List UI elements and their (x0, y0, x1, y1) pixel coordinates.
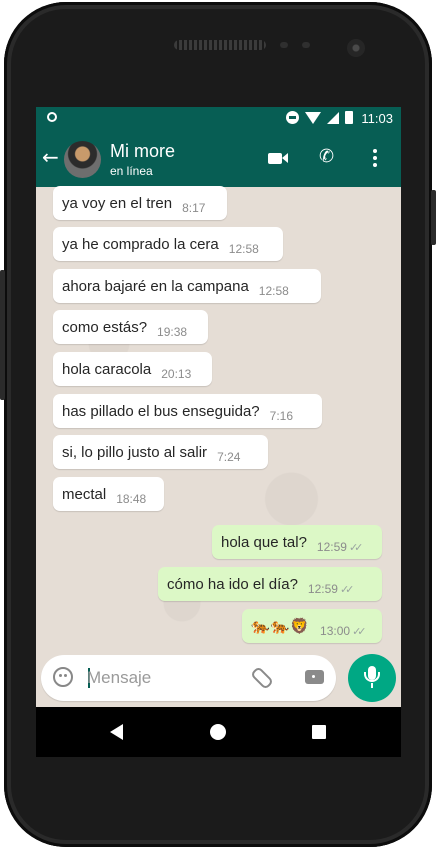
phone-icon[interactable]: ✆ (319, 146, 334, 167)
message-text: mectal (62, 486, 107, 503)
status-time: 11:03 (361, 111, 393, 126)
paperclip-icon[interactable] (249, 665, 275, 691)
camera-icon[interactable] (305, 670, 324, 684)
message-text: ahora bajaré en la campana (62, 278, 249, 295)
status-icons (286, 111, 353, 124)
message-bubble[interactable]: cómo ha ido el día? 12:59 ✓✓ (158, 567, 382, 601)
message-text: si, lo pillo justo al salir (62, 444, 208, 461)
message-bubble[interactable]: hola caracola 20:13 (53, 352, 212, 386)
volume-button (0, 270, 5, 400)
message-bubble[interactable]: ya voy en el tren 8:17 (53, 186, 227, 220)
double-check-icon: ✓✓ (352, 625, 367, 638)
message-text: 🐅🐅🦁 (251, 618, 311, 635)
notification-icon (47, 112, 57, 122)
contact-status: en línea (110, 164, 153, 178)
nav-back-icon[interactable] (110, 724, 123, 740)
light-sensor (302, 42, 310, 48)
message-time: 18:48 (116, 492, 147, 506)
message-bubble[interactable]: hola que tal? 12:59 ✓✓ (212, 525, 382, 559)
avatar[interactable] (64, 141, 101, 178)
power-button (431, 190, 436, 245)
mic-icon (364, 666, 380, 682)
nav-recents-icon[interactable] (312, 725, 326, 739)
do-not-disturb-icon (286, 111, 299, 124)
message-input[interactable] (87, 665, 237, 691)
message-text: hola caracola (62, 361, 152, 378)
message-text: ya voy en el tren (62, 195, 173, 212)
message-bubble[interactable]: ya he comprado la cera 12:58 (53, 227, 283, 261)
message-bubble[interactable]: ahora bajaré en la campana 12:58 (53, 269, 321, 303)
message-text: hola que tal? (221, 534, 307, 551)
message-time: 12:59 (307, 582, 338, 596)
nav-home-icon[interactable] (210, 724, 226, 740)
message-bubble[interactable]: como estás? 19:38 (53, 310, 208, 344)
message-time: 12:59 (316, 540, 347, 554)
message-bubble[interactable]: 🐅🐅🦁 13:00 ✓✓ (242, 609, 382, 643)
battery-icon (345, 111, 353, 124)
mic-stand (371, 683, 373, 688)
arrow-left-icon[interactable]: ← (42, 147, 59, 167)
message-time: 12:58 (258, 284, 289, 298)
signal-icon (327, 111, 339, 124)
message-bubble[interactable]: mectal 18:48 (53, 477, 164, 511)
wifi-icon (305, 111, 321, 124)
message-time: 20:13 (161, 367, 192, 381)
message-text: has pillado el bus enseguida? (62, 403, 260, 420)
message-text: como estás? (62, 319, 148, 336)
message-time: 13:00 (320, 624, 351, 638)
message-list: ya voy en el tren 8:17 ya he comprado la … (36, 186, 401, 707)
screen: 11:03 ← Mi more en línea ✆ ya voy en el … (36, 107, 401, 707)
message-bubble[interactable]: has pillado el bus enseguida? 7:16 (53, 394, 322, 428)
proximity-sensor (280, 42, 288, 48)
videocam-icon[interactable] (268, 153, 282, 164)
message-text: ya he comprado la cera (62, 236, 219, 253)
message-time: 7:24 (217, 450, 241, 464)
message-time: 19:38 (157, 325, 188, 339)
double-check-icon: ✓✓ (348, 541, 364, 554)
double-check-icon: ✓✓ (339, 583, 355, 596)
message-time: 7:16 (269, 409, 294, 423)
chat-header: ← Mi more en línea ✆ (36, 131, 401, 187)
earpiece-speaker (174, 40, 266, 50)
voice-record-button[interactable] (348, 654, 396, 702)
status-bar: 11:03 (36, 107, 401, 131)
front-camera (347, 39, 365, 57)
message-bubble[interactable]: si, lo pillo justo al salir 7:24 (53, 435, 268, 469)
message-time: 8:17 (182, 201, 206, 215)
more-vert-icon[interactable] (373, 149, 377, 170)
contact-name[interactable]: Mi more (110, 141, 175, 162)
message-composer (41, 655, 336, 701)
emoji-icon[interactable] (53, 667, 73, 687)
navigation-bar (36, 707, 401, 757)
message-time: 12:58 (228, 242, 259, 256)
message-text: cómo ha ido el día? (167, 576, 298, 593)
